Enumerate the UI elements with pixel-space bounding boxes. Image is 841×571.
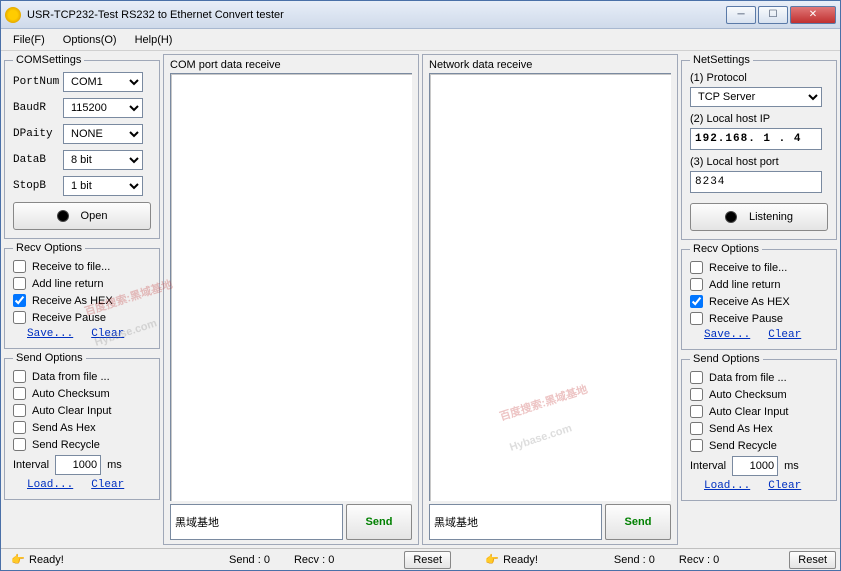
- clear-send-link[interactable]: Clear: [91, 479, 124, 491]
- protocol-select[interactable]: TCP Server: [690, 87, 822, 107]
- auto-clear-check[interactable]: [13, 404, 26, 417]
- clear-link-r[interactable]: Clear: [768, 329, 801, 341]
- net-settings-legend: NetSettings: [690, 54, 753, 66]
- stopb-select[interactable]: 1 bit: [63, 176, 143, 196]
- save-link[interactable]: Save...: [27, 328, 73, 340]
- host-ip-input[interactable]: [690, 128, 822, 150]
- add-line-check[interactable]: [13, 277, 26, 290]
- send-options-left: Send Options Data from file ... Auto Che…: [4, 352, 160, 500]
- add-line-check-r[interactable]: [690, 278, 703, 291]
- recv-options-left: Recv Options Receive to file... Add line…: [4, 242, 160, 349]
- recv-to-file-check-r[interactable]: [690, 261, 703, 274]
- com-send-input[interactable]: [170, 504, 343, 540]
- net-pane-title: Network data receive: [429, 57, 671, 73]
- stopb-label: StopB: [13, 180, 63, 192]
- recv-count-right: Recv : 0: [679, 554, 719, 566]
- host-ip-label: (2) Local host IP: [690, 113, 828, 125]
- recv-options-right: Recv Options Receive to file... Add line…: [681, 243, 837, 350]
- status-dot-icon: [57, 210, 69, 222]
- recv-pause-check[interactable]: [13, 311, 26, 324]
- menu-file[interactable]: File(F): [5, 32, 53, 48]
- client-area: 百度搜索:黑域基地Hybase.com 百度搜索:黑域基地Hybase.com …: [1, 51, 840, 548]
- minimize-button[interactable]: ─: [726, 6, 756, 24]
- auto-checksum-check-r[interactable]: [690, 388, 703, 401]
- window-title: USR-TCP232-Test RS232 to Ethernet Conver…: [27, 9, 726, 21]
- menu-options[interactable]: Options(O): [55, 32, 125, 48]
- send-hex-check[interactable]: [13, 421, 26, 434]
- send-hex-check-r[interactable]: [690, 422, 703, 435]
- net-settings-group: NetSettings (1) Protocol TCP Server (2) …: [681, 54, 837, 240]
- host-port-label: (3) Local host port: [690, 156, 828, 168]
- com-send-button[interactable]: Send: [346, 504, 412, 540]
- ready-label-left: Ready!: [29, 554, 64, 566]
- recv-pause-check-r[interactable]: [690, 312, 703, 325]
- recv-hex-check[interactable]: [13, 294, 26, 307]
- com-settings-legend: COMSettings: [13, 54, 84, 66]
- menubar: File(F) Options(O) Help(H): [1, 29, 840, 51]
- app-icon: [5, 7, 21, 23]
- send-recycle-check[interactable]: [13, 438, 26, 451]
- maximize-button[interactable]: ☐: [758, 6, 788, 24]
- statusbar: 👉 Ready! Send : 0 Recv : 0 Reset 👉 Ready…: [1, 548, 840, 570]
- send-options-right: Send Options Data from file ... Auto Che…: [681, 353, 837, 501]
- clear-link[interactable]: Clear: [91, 328, 124, 340]
- left-panel: COMSettings PortNumCOM1 BaudR115200 DPai…: [4, 54, 160, 545]
- right-panel: NetSettings (1) Protocol TCP Server (2) …: [681, 54, 837, 545]
- protocol-label: (1) Protocol: [690, 72, 828, 84]
- baud-label: BaudR: [13, 102, 63, 114]
- hand-icon: 👉: [485, 553, 499, 567]
- send-count-left: Send : 0: [229, 554, 270, 566]
- parity-label: DPaity: [13, 128, 63, 140]
- listening-button[interactable]: Listening: [690, 203, 828, 231]
- ready-label-right: Ready!: [503, 554, 538, 566]
- data-from-file-check-r[interactable]: [690, 371, 703, 384]
- com-settings-group: COMSettings PortNumCOM1 BaudR115200 DPai…: [4, 54, 160, 239]
- com-pane: COM port data receive Send: [163, 54, 419, 545]
- menu-help[interactable]: Help(H): [127, 32, 181, 48]
- middle-panel: COM port data receive Send Network data …: [163, 54, 678, 545]
- clear-send-link-r[interactable]: Clear: [768, 480, 801, 492]
- portnum-label: PortNum: [13, 76, 63, 88]
- recv-hex-check-r[interactable]: [690, 295, 703, 308]
- send-count-right: Send : 0: [614, 554, 655, 566]
- send-recycle-check-r[interactable]: [690, 439, 703, 452]
- open-button[interactable]: Open: [13, 202, 151, 230]
- reset-button-right[interactable]: Reset: [789, 551, 836, 569]
- close-button[interactable]: ✕: [790, 6, 836, 24]
- net-send-input[interactable]: [429, 504, 602, 540]
- datab-select[interactable]: 8 bit: [63, 150, 143, 170]
- interval-input-r[interactable]: [732, 456, 778, 476]
- com-receive-area[interactable]: [170, 73, 412, 501]
- app-window: USR-TCP232-Test RS232 to Ethernet Conver…: [0, 0, 841, 571]
- data-from-file-check[interactable]: [13, 370, 26, 383]
- net-pane: Network data receive Send: [422, 54, 678, 545]
- datab-label: DataB: [13, 154, 63, 166]
- com-pane-title: COM port data receive: [170, 57, 412, 73]
- net-receive-area[interactable]: [429, 73, 671, 501]
- save-link-r[interactable]: Save...: [704, 329, 750, 341]
- hand-icon: 👉: [11, 553, 25, 567]
- baud-select[interactable]: 115200: [63, 98, 143, 118]
- net-send-button[interactable]: Send: [605, 504, 671, 540]
- load-link-r[interactable]: Load...: [704, 480, 750, 492]
- parity-select[interactable]: NONE: [63, 124, 143, 144]
- auto-checksum-check[interactable]: [13, 387, 26, 400]
- window-controls: ─ ☐ ✕: [726, 6, 836, 24]
- status-dot-icon: [725, 211, 737, 223]
- reset-button-left[interactable]: Reset: [404, 551, 451, 569]
- auto-clear-check-r[interactable]: [690, 405, 703, 418]
- host-port-input[interactable]: [690, 171, 822, 193]
- load-link[interactable]: Load...: [27, 479, 73, 491]
- recv-count-left: Recv : 0: [294, 554, 334, 566]
- portnum-select[interactable]: COM1: [63, 72, 143, 92]
- titlebar[interactable]: USR-TCP232-Test RS232 to Ethernet Conver…: [1, 1, 840, 29]
- recv-to-file-check[interactable]: [13, 260, 26, 273]
- interval-input[interactable]: [55, 455, 101, 475]
